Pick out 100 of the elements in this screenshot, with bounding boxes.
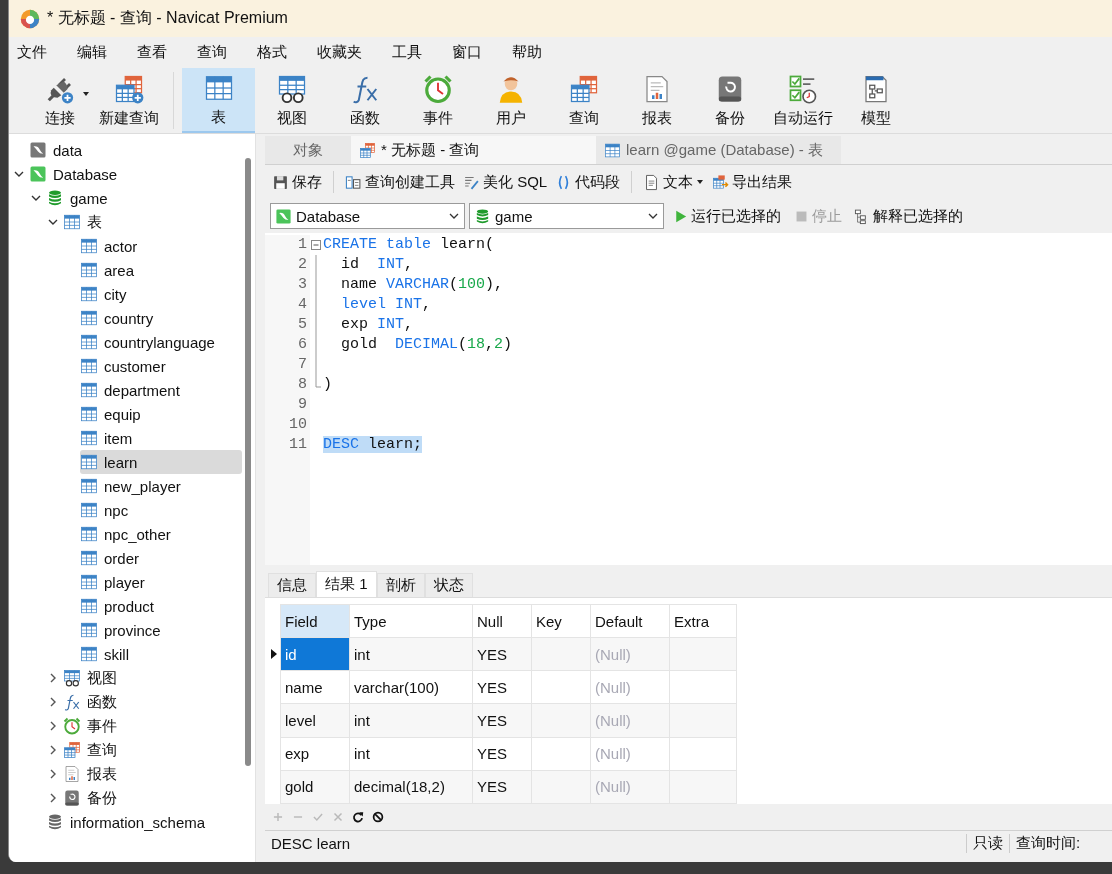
- alarm-clock-icon: [422, 73, 453, 104]
- result-tab[interactable]: 信息: [268, 573, 316, 597]
- menu-item[interactable]: 格式: [253, 40, 291, 65]
- document-tab[interactable]: 对象: [265, 136, 351, 164]
- table-icon: [80, 333, 98, 351]
- document-tab[interactable]: * 无标题 - 查询: [351, 136, 596, 164]
- table-cell: gold: [280, 770, 350, 804]
- tree-item[interactable]: game: [46, 186, 242, 210]
- alarm-clock-icon: [63, 717, 81, 735]
- query-icon: [568, 73, 599, 104]
- table-icon: [80, 429, 98, 447]
- line-number: 8: [297, 375, 308, 395]
- status-text: 查询时间:: [1009, 833, 1112, 853]
- code-line: id INT,: [340, 256, 414, 273]
- tree-item[interactable]: customer: [80, 354, 242, 378]
- column-header[interactable]: Type: [349, 604, 473, 638]
- tree-item[interactable]: order: [80, 546, 242, 570]
- menu-item[interactable]: 查询: [193, 40, 231, 65]
- tree-item[interactable]: equip: [80, 402, 242, 426]
- menu-item[interactable]: 查看: [133, 40, 171, 65]
- tree-item[interactable]: department: [80, 378, 242, 402]
- column-header[interactable]: Default: [590, 604, 670, 638]
- tree-item[interactable]: area: [80, 258, 242, 282]
- tree-item[interactable]: information_schema: [46, 810, 242, 834]
- toolbar-button[interactable]: 代码段: [552, 170, 624, 194]
- tree-item[interactable]: countrylanguage: [80, 330, 242, 354]
- line-number: 11: [288, 435, 308, 455]
- tree-item[interactable]: item: [80, 426, 242, 450]
- toolbar-button[interactable]: 事件: [401, 68, 474, 133]
- tree-item[interactable]: actor: [80, 234, 242, 258]
- column-header[interactable]: Key: [531, 604, 591, 638]
- tree-item[interactable]: 备份: [63, 786, 242, 810]
- result-tab[interactable]: 状态: [424, 573, 473, 597]
- menu-item[interactable]: 文件: [13, 40, 51, 65]
- toolbar-button[interactable]: 导出结果: [709, 170, 796, 194]
- menu-item[interactable]: 帮助: [508, 40, 546, 65]
- line-number: 1: [297, 235, 308, 255]
- table-icon: [80, 261, 98, 279]
- tree-item[interactable]: 表: [63, 210, 242, 234]
- toolbar-button[interactable]: 备份: [693, 68, 766, 133]
- toolbar-button[interactable]: 查询: [547, 68, 620, 133]
- tree-item[interactable]: new_player: [80, 474, 242, 498]
- toolbar-button[interactable]: 用户: [474, 68, 547, 133]
- scrollbar-thumb[interactable]: [245, 158, 251, 766]
- query-icon: [359, 141, 376, 159]
- table-cell: (Null): [590, 637, 670, 671]
- toolbar-button[interactable]: 报表: [620, 68, 693, 133]
- toolbar-button[interactable]: 模型: [839, 68, 912, 133]
- table-icon: [80, 357, 98, 375]
- column-header[interactable]: Extra: [669, 604, 737, 638]
- tree-item[interactable]: npc_other: [80, 522, 242, 546]
- menu-item[interactable]: 工具: [388, 40, 426, 65]
- toolbar-button[interactable]: 自动运行: [766, 68, 839, 133]
- tree-item[interactable]: skill: [80, 642, 242, 666]
- tree-item[interactable]: province: [80, 618, 242, 642]
- caret-icon[interactable]: [82, 89, 90, 98]
- connection-select[interactable]: Database: [270, 203, 465, 229]
- document-tab[interactable]: learn @game (Database) - 表: [596, 136, 841, 164]
- menu-item[interactable]: 编辑: [73, 40, 111, 65]
- column-header[interactable]: Field: [280, 604, 350, 638]
- tree-item[interactable]: Database: [29, 162, 242, 186]
- tree-item[interactable]: player: [80, 570, 242, 594]
- table-icon: [80, 645, 98, 663]
- toolbar-button[interactable]: 查询创建工具: [342, 170, 458, 194]
- result-tab[interactable]: 剖析: [376, 573, 425, 597]
- table-cell: int: [349, 737, 473, 771]
- result-tab[interactable]: 结果 1: [316, 571, 377, 597]
- toolbar-button[interactable]: 视图: [255, 68, 328, 133]
- toolbar-button[interactable]: 表: [182, 68, 255, 133]
- tree-item[interactable]: 事件: [63, 714, 242, 738]
- menu-item[interactable]: 收藏夹: [313, 40, 366, 65]
- toolbar-button[interactable]: 函数: [328, 68, 401, 133]
- tree-item[interactable]: data: [29, 138, 242, 162]
- table-icon: [80, 405, 98, 423]
- tree-item[interactable]: city: [80, 282, 242, 306]
- toolbar-button[interactable]: 文本: [640, 170, 708, 194]
- toolbar-button[interactable]: 美化 SQL: [460, 170, 551, 194]
- tree-item[interactable]: 报表: [63, 762, 242, 786]
- tree-item[interactable]: 视图: [63, 666, 242, 690]
- column-header[interactable]: Null: [472, 604, 532, 638]
- tree-item[interactable]: product: [80, 594, 242, 618]
- status-text: 只读: [966, 833, 1009, 853]
- backup-icon: [63, 789, 81, 807]
- tree-item[interactable]: country: [80, 306, 242, 330]
- toolbar-button[interactable]: 运行已选择的: [668, 206, 785, 226]
- toolbar-button[interactable]: 保存: [269, 170, 325, 194]
- new-query-icon: [113, 73, 144, 104]
- tree-item[interactable]: 查询: [63, 738, 242, 762]
- menu-item[interactable]: 窗口: [448, 40, 486, 65]
- table-icon: [80, 381, 98, 399]
- table-cell: varchar(100): [349, 670, 473, 704]
- refresh-icon: [351, 810, 365, 824]
- code-line: gold DECIMAL(18,2): [340, 336, 513, 353]
- toolbar-button[interactable]: 解释已选择的: [850, 206, 967, 226]
- tree-item[interactable]: learn: [80, 450, 242, 474]
- schema-select[interactable]: game: [469, 203, 664, 229]
- tree-item[interactable]: 函数: [63, 690, 242, 714]
- builder-icon: [345, 173, 362, 191]
- tree-item[interactable]: npc: [80, 498, 242, 522]
- add-icon: [271, 810, 285, 824]
